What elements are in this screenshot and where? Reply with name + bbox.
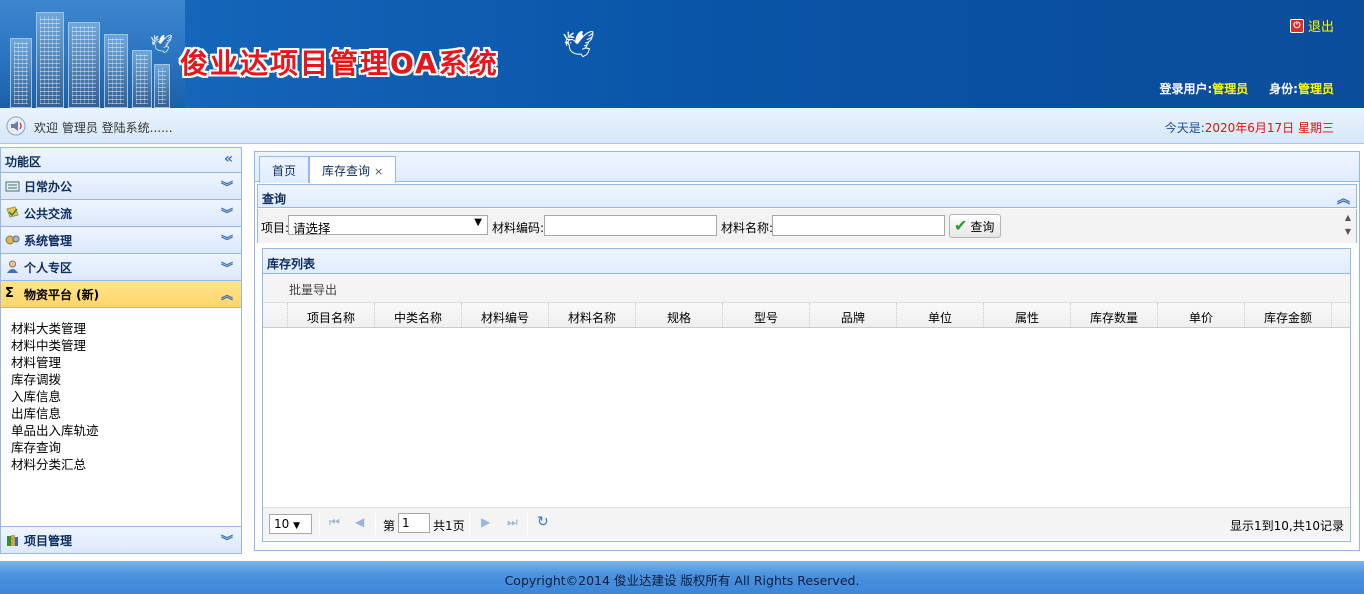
table-header: 项目名称 中类名称 材料编号 材料名称 规格 型号 品牌 单位 属性 库存数量 … (263, 303, 1350, 328)
collapse-panel-icon[interactable]: ︽ (1337, 188, 1350, 207)
dove-icon: 🕊 (150, 34, 173, 55)
sidebar-section-materials[interactable]: Σ 物资平台 (新) ︽ (1, 281, 241, 308)
power-icon: ⏻ (1289, 18, 1304, 33)
material-code-label: 材料编码: (492, 221, 545, 235)
refresh-icon[interactable]: ↻ (537, 514, 549, 530)
dropdown-arrow-icon: ▼ (293, 521, 301, 531)
row-number-column (263, 303, 288, 327)
page-size-select[interactable]: 10 ▼ (269, 514, 312, 534)
material-name-input[interactable] (772, 215, 945, 236)
column-header[interactable]: 规格 (636, 303, 723, 327)
welcome-bar: 欢迎 管理员 登陆系统...... 今天是:2020年6月17日 星期三 (0, 108, 1364, 144)
menu-item-stock-transfer[interactable]: 库存调拨 (11, 371, 231, 388)
chat-icon (6, 206, 19, 218)
menu-item-item-trace[interactable]: 单品出入库轨迹 (11, 422, 231, 439)
scrollbar[interactable]: ▲ ▼ (1342, 211, 1354, 241)
menu-item-material-management[interactable]: 材料管理 (11, 354, 231, 371)
logout-label: 退出 (1307, 20, 1334, 35)
table-body (263, 328, 1350, 508)
column-header[interactable]: 中类名称 (375, 303, 462, 327)
pagination-bar: 10 ▼ ⏮ ◀ 第 1 共1页 ▶ ⏭ ↻ 显示1到10,共10记录 (263, 508, 1350, 540)
close-tab-icon[interactable]: × (374, 165, 383, 178)
sigma-icon: Σ (5, 286, 14, 301)
sidebar-title: 功能区 « (1, 148, 241, 173)
main-panel: 首页 库存查询 × 查询 ︽ 项目: 请选择 ▼ 材料编码: 材料名称: ✔ 查询… (254, 151, 1360, 551)
system-title: 俊业达项目管理OA系统 (180, 47, 499, 80)
search-bar: 项目: 请选择 ▼ 材料编码: 材料名称: ✔ 查询 ▲ ▼ (257, 209, 1357, 243)
chevron-down-icon: ︾ (220, 534, 233, 548)
project-label: 项目: (261, 221, 290, 235)
menu-item-outbound-info[interactable]: 出库信息 (11, 405, 231, 422)
next-page-icon[interactable]: ▶ (481, 515, 490, 529)
stock-grid: 库存列表 批量导出 项目名称 中类名称 材料编号 材料名称 规格 型号 品牌 单… (262, 248, 1351, 542)
chevron-down-icon: ︾ (220, 234, 233, 248)
welcome-text: 欢迎 管理员 登陆系统...... (34, 121, 173, 135)
user-info: 登录用户:管理员 身份:管理员 (1159, 82, 1334, 96)
menu-item-inbound-info[interactable]: 入库信息 (11, 388, 231, 405)
sidebar-section-daily-office[interactable]: 日常办公 ︾ (1, 173, 241, 200)
books-icon (7, 535, 18, 546)
column-header[interactable]: 库存数量 (1071, 303, 1158, 327)
column-header[interactable]: 单价 (1158, 303, 1245, 327)
menu-item-stock-query[interactable]: 库存查询 (11, 439, 231, 456)
chevron-down-icon: ︾ (220, 180, 233, 194)
sidebar-section-personal[interactable]: 个人专区 ︾ (1, 254, 241, 281)
prev-page-icon[interactable]: ◀ (355, 515, 364, 529)
grid-toolbar: 批量导出 (263, 274, 1350, 303)
materials-menu: 材料大类管理 材料中类管理 材料管理 库存调拨 入库信息 出库信息 单品出入库轨… (1, 308, 241, 524)
query-panel-title: 查询 ︽ (257, 184, 1357, 208)
column-header[interactable]: 材料编号 (462, 303, 549, 327)
sidebar-section-public-exchange[interactable]: 公共交流 ︾ (1, 200, 241, 227)
grid-title: 库存列表 (263, 249, 1350, 274)
column-header[interactable]: 单位 (897, 303, 984, 327)
user-role: 管理员 (1297, 82, 1334, 96)
logout-button[interactable]: ⏻ 退出 (1289, 16, 1334, 35)
tab-stock-query[interactable]: 库存查询 × (309, 156, 397, 183)
footer: Copyright©2014 俊业达建设 版权所有 All Rights Res… (0, 561, 1364, 594)
material-code-input[interactable] (544, 215, 717, 236)
today-date: 今天是:2020年6月17日 星期三 (1164, 121, 1334, 135)
copyright-text: Copyright©2014 俊业达建设 版权所有 All Rights Res… (504, 573, 860, 588)
project-select[interactable]: 请选择 ▼ (288, 215, 488, 236)
sidebar-section-system-management[interactable]: 系统管理 ︾ (1, 227, 241, 254)
checkmark-icon: ✔ (954, 216, 968, 235)
page-prefix: 第 (383, 519, 396, 533)
column-header[interactable]: 品牌 (810, 303, 897, 327)
query-button[interactable]: ✔ 查询 (949, 214, 1002, 238)
column-header[interactable]: 属性 (984, 303, 1071, 327)
scroll-down-icon[interactable]: ▼ (1342, 225, 1354, 239)
page-number-input[interactable]: 1 (398, 513, 430, 533)
tab-home[interactable]: 首页 (259, 156, 310, 183)
column-header[interactable]: 库存金额 (1245, 303, 1332, 327)
batch-export-button[interactable]: 批量导出 (289, 283, 337, 297)
first-page-icon[interactable]: ⏮ (329, 515, 340, 530)
material-name-label: 材料名称: (721, 221, 774, 235)
user-icon (7, 260, 18, 273)
column-header[interactable]: 项目名称 (288, 303, 375, 327)
dropdown-arrow-icon: ▼ (474, 217, 482, 228)
chevron-down-icon: ︾ (220, 261, 233, 275)
chevron-up-icon: ︽ (220, 288, 233, 302)
menu-item-material-subcategory[interactable]: 材料中类管理 (11, 337, 231, 354)
tab-bar: 首页 库存查询 × (255, 152, 1359, 183)
page-total: 共1页 (433, 519, 465, 533)
pagination-info: 显示1到10,共10记录 (1230, 519, 1344, 533)
collapse-sidebar-icon[interactable]: « (224, 151, 233, 167)
menu-item-material-category[interactable]: 材料大类管理 (11, 320, 231, 337)
sidebar: 功能区 « 日常办公 ︾ 公共交流 ︾ 系统管理 ︾ 个人专区 ︾ Σ 物资平台… (0, 147, 242, 554)
keyboard-icon (5, 181, 20, 192)
last-page-icon[interactable]: ⏭ (507, 515, 518, 530)
dove-icon: 🕊 (562, 30, 596, 60)
column-header[interactable]: 材料名称 (549, 303, 636, 327)
menu-item-material-summary[interactable]: 材料分类汇总 (11, 456, 231, 473)
scroll-up-icon[interactable]: ▲ (1342, 211, 1354, 225)
column-header[interactable]: 型号 (723, 303, 810, 327)
gears-icon (5, 235, 20, 245)
header-banner: 🕊 俊业达项目管理OA系统 🕊 ⏻ 退出 登录用户:管理员 身份:管理员 (0, 0, 1364, 108)
speaker-icon (6, 116, 26, 136)
sidebar-section-project-management[interactable]: 项目管理 ︾ (1, 526, 241, 553)
chevron-down-icon: ︾ (220, 207, 233, 221)
user-name: 管理员 (1212, 82, 1249, 96)
